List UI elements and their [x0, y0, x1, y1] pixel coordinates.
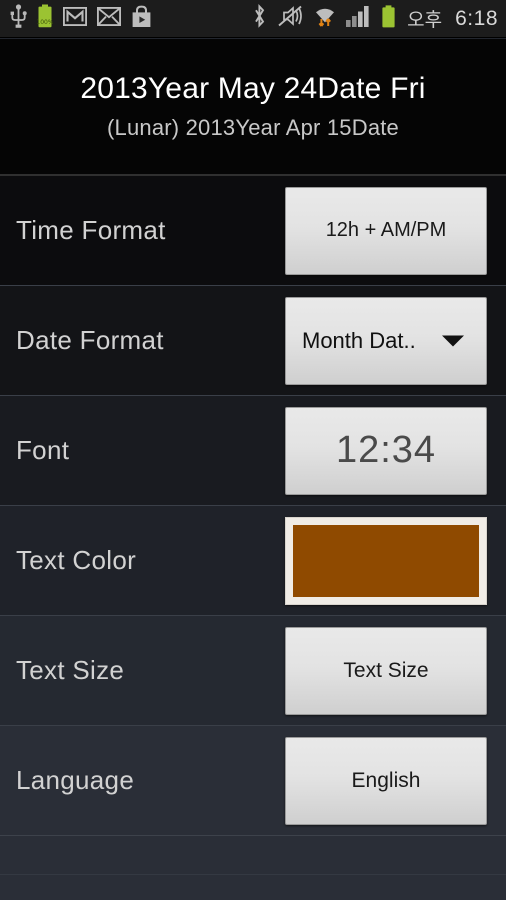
header-date-main: 2013Year May 24Date Fri — [80, 72, 426, 105]
status-ampm-label: 오후 — [407, 9, 443, 31]
language-button[interactable]: English — [285, 736, 487, 825]
row-control-date-format: Month Dat.. — [285, 296, 487, 385]
date-header: 2013Year May 24Date Fri (Lunar) 2013Year… — [0, 39, 506, 174]
battery-percent-label: 100% — [37, 19, 53, 26]
usb-icon — [10, 4, 27, 33]
status-clock: 6:18 — [455, 6, 498, 30]
text-size-button[interactable]: Text Size — [285, 626, 487, 715]
date-format-spinner-value: Month Dat.. — [302, 327, 416, 353]
row-label-font: Font — [16, 435, 70, 465]
row-control-font: 12:34 — [285, 406, 487, 495]
wifi-data-icon — [313, 4, 337, 33]
text-color-button[interactable] — [285, 516, 487, 605]
settings-row-date-format[interactable]: Date Format Month Dat.. — [0, 286, 506, 396]
font-preview-button[interactable]: 12:34 — [285, 406, 487, 495]
time-format-button[interactable]: 12h + AM/PM — [285, 186, 487, 275]
signal-bars-icon — [346, 5, 372, 32]
row-control-time-format: 12h + AM/PM — [285, 186, 487, 275]
status-bar-left-icons: 100% — [10, 4, 152, 33]
bluetooth-icon — [252, 4, 267, 33]
email-icon — [96, 6, 122, 31]
bottom-empty-area — [0, 836, 506, 900]
gmail-icon — [62, 6, 88, 31]
play-store-icon — [131, 5, 152, 33]
bottom-divider — [0, 874, 506, 875]
battery-icon — [381, 4, 396, 33]
chevron-down-icon — [442, 335, 464, 346]
status-bar: 100% 오후 6:18 — [0, 0, 506, 38]
row-control-text-color — [285, 516, 487, 605]
settings-row-font[interactable]: Font 12:34 — [0, 396, 506, 506]
settings-row-text-color[interactable]: Text Color — [0, 506, 506, 616]
text-color-swatch — [293, 524, 479, 597]
row-label-time-format: Time Format — [16, 215, 166, 245]
date-format-spinner[interactable]: Month Dat.. — [285, 296, 487, 385]
vibrate-off-icon — [276, 5, 304, 32]
header-date-lunar: (Lunar) 2013Year Apr 15Date — [106, 115, 399, 140]
settings-list: Time Format 12h + AM/PM Date Format Mont… — [0, 176, 506, 836]
row-control-text-size: Text Size — [285, 626, 487, 715]
row-label-language: Language — [16, 765, 135, 795]
settings-row-time-format[interactable]: Time Format 12h + AM/PM — [0, 176, 506, 286]
settings-row-language[interactable]: Language English — [0, 726, 506, 836]
row-label-text-color: Text Color — [16, 545, 137, 575]
status-bar-right-icons: 오후 6:18 — [252, 4, 498, 33]
row-label-date-format: Date Format — [16, 325, 164, 355]
app-root: 100% 오후 6:18 2013Year May 24Date Fri (Lu… — [0, 0, 506, 900]
row-control-language: English — [285, 736, 487, 825]
row-label-text-size: Text Size — [16, 655, 125, 685]
battery-charging-icon: 100% — [36, 4, 54, 33]
settings-row-text-size[interactable]: Text Size Text Size — [0, 616, 506, 726]
